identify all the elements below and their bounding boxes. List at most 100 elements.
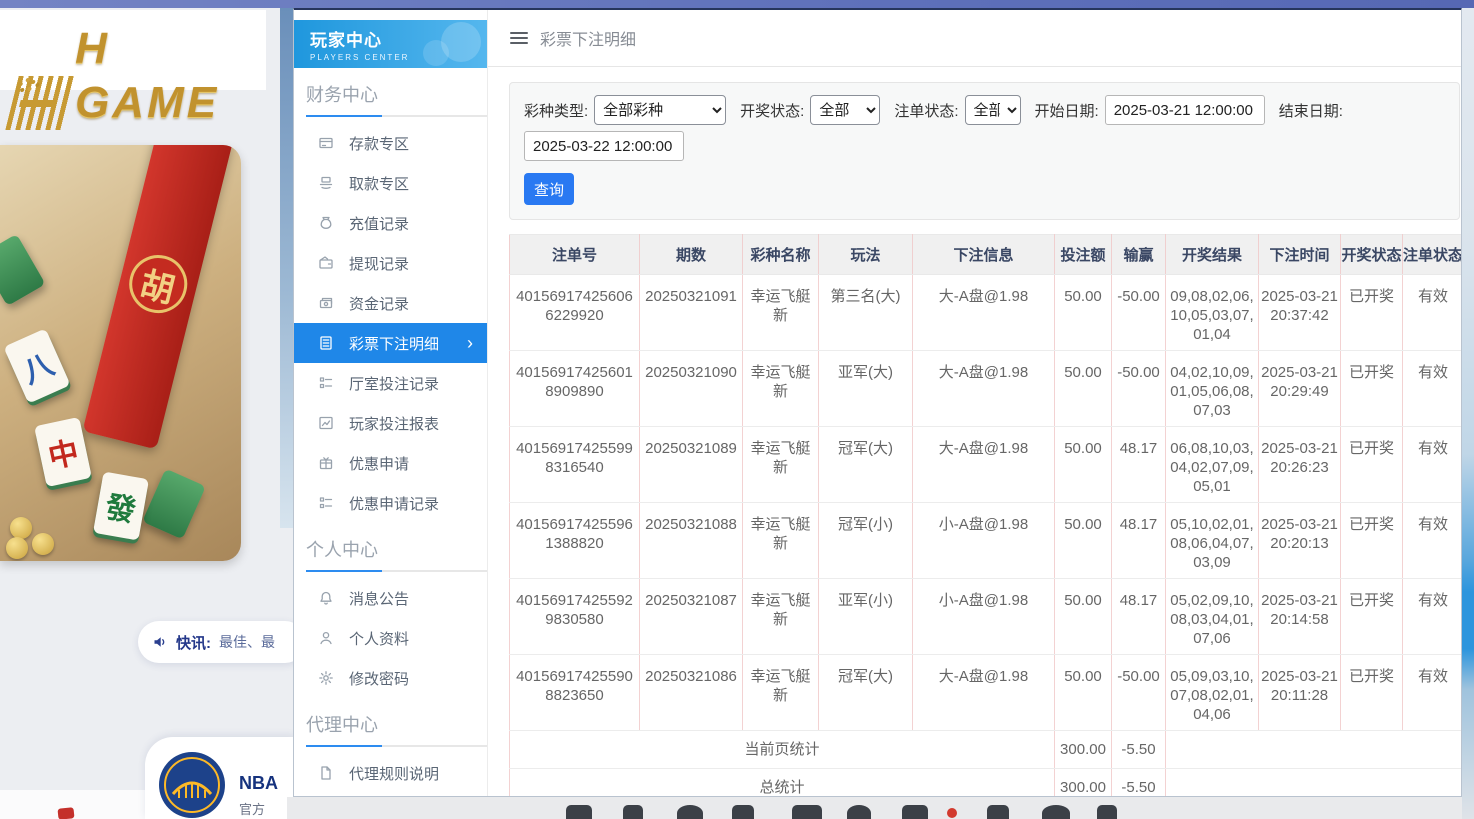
player-center-panel: 玩家中心 PLAYERS CENTER 财务中心存款专区取款专区充值记录提现记录…	[293, 7, 1462, 797]
table-cell: 2025-03-21 20:37:42	[1259, 275, 1341, 351]
table-cell: 大-A盘@1.98	[913, 351, 1055, 427]
table-cell: 48.17	[1112, 579, 1166, 655]
mahjong-tile-fa: 發	[93, 471, 149, 540]
footer-glyph-fragment	[902, 805, 928, 819]
sidebar-item-lottery-detail[interactable]: 彩票下注明细›	[294, 323, 487, 363]
table-cell: 50.00	[1055, 351, 1112, 427]
mahjong-promo-image: 八 胡 中 發	[0, 145, 241, 561]
news-ticker[interactable]: 快讯: 最佳、最	[138, 621, 306, 663]
sidebar-item-news[interactable]: 代理团队统计	[294, 793, 487, 797]
ticker-label: 快讯:	[176, 632, 211, 653]
sidebar-item-label: 修改密码	[349, 668, 409, 689]
promo-record-icon	[318, 495, 334, 511]
order-status-select[interactable]: 全部	[965, 95, 1021, 125]
sidebar: 玩家中心 PLAYERS CENTER 财务中心存款专区取款专区充值记录提现记录…	[294, 20, 487, 797]
lottery-type-select[interactable]: 全部彩种	[594, 95, 726, 125]
ticker-text: 最佳、最	[219, 632, 275, 652]
sidebar-item-person[interactable]: 个人资料	[294, 618, 487, 658]
summary-label: 总统计	[510, 769, 1055, 798]
sidebar-item-promo-record[interactable]: 优惠申请记录	[294, 483, 487, 523]
sidebar-item-cashout[interactable]: 提现记录	[294, 243, 487, 283]
bell-icon	[318, 590, 334, 606]
start-date-label: 开始日期:	[1035, 100, 1099, 121]
table-cell: 有效	[1403, 503, 1463, 579]
table-cell: 401569174255961388820	[510, 503, 640, 579]
table-cell: 20250321086	[640, 655, 743, 731]
sidebar-item-gear[interactable]: 修改密码	[294, 658, 487, 698]
lottery-type-label: 彩种类型:	[524, 100, 588, 121]
table-cell: 有效	[1403, 351, 1463, 427]
section-divider	[306, 570, 487, 572]
table-cell: 20250321090	[640, 351, 743, 427]
background-blue-gutter	[280, 8, 293, 528]
table-cell: 幸运飞艇新	[743, 579, 819, 655]
footer-glyph-fragment	[732, 805, 754, 819]
sidebar-item-funds[interactable]: 资金记录	[294, 283, 487, 323]
sidebar-item-bell[interactable]: 消息公告	[294, 578, 487, 618]
table-cell: 401569174255998316540	[510, 427, 640, 503]
table-cell: 401569174255908823650	[510, 655, 640, 731]
table-cell: 幸运飞艇新	[743, 351, 819, 427]
section-title: 个人中心	[306, 536, 487, 562]
start-date-input[interactable]	[1105, 95, 1265, 125]
screen: H GAME 八 胡 中 發 快讯: 最佳、最	[0, 0, 1474, 819]
draw-status-select[interactable]: 全部	[810, 95, 880, 125]
column-header: 下注信息	[913, 235, 1055, 275]
site-logo-box: H GAME	[0, 10, 266, 90]
table-cell: 05,09,03,10,07,08,02,01,04,06	[1166, 655, 1259, 731]
red-ribbon: 胡	[82, 145, 233, 449]
table-cell: 2025-03-21 20:29:49	[1259, 351, 1341, 427]
browser-top-accent-bar	[0, 0, 1474, 8]
hamburger-menu-icon[interactable]	[510, 32, 528, 44]
logo-stripes-mark	[5, 76, 76, 130]
sidebar-item-label: 取款专区	[349, 173, 409, 194]
end-date-input[interactable]	[524, 131, 684, 161]
column-header: 开奖状态	[1341, 235, 1403, 275]
table-cell: 2025-03-21 20:26:23	[1259, 427, 1341, 503]
column-header: 下注时间	[1259, 235, 1341, 275]
chevron-right-icon: ›	[467, 335, 473, 351]
warriors-logo-icon	[159, 752, 225, 818]
table-row: 40156917425599831654020250321089幸运飞艇新冠军(…	[510, 427, 1463, 503]
nba-card[interactable]: NBA 官方	[145, 737, 295, 819]
sidebar-item-label: 代理规则说明	[349, 763, 439, 784]
column-header: 期数	[640, 235, 743, 275]
draw-status-label: 开奖状态:	[740, 100, 804, 121]
table-cell: 有效	[1403, 275, 1463, 351]
table-cell: 50.00	[1055, 503, 1112, 579]
sidebar-item-doc[interactable]: 代理规则说明	[294, 753, 487, 793]
table-cell: 09,08,02,06,10,05,03,07,01,04	[1166, 275, 1259, 351]
sidebar-item-deposit[interactable]: 存款专区	[294, 123, 487, 163]
footer-red-dot	[947, 808, 957, 818]
doc-icon	[318, 765, 334, 781]
sidebar-item-label: 消息公告	[349, 588, 409, 609]
sidebar-item-hall-bet[interactable]: 厅室投注记录	[294, 363, 487, 403]
table-row: 40156917425606622992020250321091幸运飞艇新第三名…	[510, 275, 1463, 351]
section-divider	[306, 115, 487, 117]
table-cell: 50.00	[1055, 579, 1112, 655]
table-cell: 幸运飞艇新	[743, 427, 819, 503]
column-header: 投注额	[1055, 235, 1112, 275]
background-page-footer-remnants	[287, 797, 1462, 819]
table-cell: 大-A盘@1.98	[913, 655, 1055, 731]
hall-bet-icon	[318, 375, 334, 391]
lottery-detail-icon	[318, 335, 334, 351]
table-cell: 20250321091	[640, 275, 743, 351]
deposit-icon	[318, 135, 334, 151]
sidebar-item-withdraw[interactable]: 取款专区	[294, 163, 487, 203]
sidebar-item-promo-apply[interactable]: 优惠申请	[294, 443, 487, 483]
sidebar-item-player-report[interactable]: 玩家投注报表	[294, 403, 487, 443]
column-header: 玩法	[819, 235, 913, 275]
sidebar-item-label: 厅室投注记录	[349, 373, 439, 394]
table-cell: 20250321088	[640, 503, 743, 579]
page-title: 彩票下注明细	[540, 26, 636, 50]
column-header: 注单状态	[1403, 235, 1463, 275]
table-cell: 05,10,02,01,08,06,04,07,03,09	[1166, 503, 1259, 579]
mahjong-tile-back	[0, 234, 46, 306]
table-cell: 有效	[1403, 655, 1463, 731]
table-row: 40156917425601890989020250321090幸运飞艇新亚军(…	[510, 351, 1463, 427]
table-cell: 50.00	[1055, 655, 1112, 731]
search-button[interactable]: 查询	[524, 173, 574, 205]
gold-coin	[10, 517, 32, 539]
sidebar-item-recharge[interactable]: 充值记录	[294, 203, 487, 243]
